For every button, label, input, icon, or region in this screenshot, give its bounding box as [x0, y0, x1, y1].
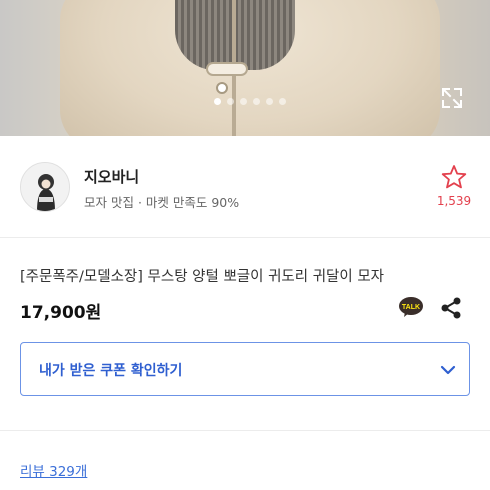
coupon-label: 내가 받은 쿠폰 확인하기: [39, 363, 183, 379]
chevron-down-icon: [440, 365, 456, 375]
reviews-link[interactable]: 리뷰 329개: [20, 460, 87, 480]
carousel-dot[interactable]: [227, 98, 234, 105]
like-button[interactable]: 1,539: [434, 164, 474, 216]
carousel-dot[interactable]: [279, 98, 286, 105]
star-outline-icon: [441, 165, 467, 189]
svg-text:TALK: TALK: [402, 304, 420, 311]
product-title: [주문폭주/모델소장] 무스탕 양털 뽀글이 귀도리 귀달이 모자: [20, 269, 385, 285]
expand-icon[interactable]: [441, 87, 463, 109]
photo-toggle: [206, 62, 248, 76]
seller-name[interactable]: 지오바니: [84, 166, 139, 187]
avatar-illustration: [21, 163, 69, 211]
carousel-dot[interactable]: [214, 98, 221, 105]
seller-avatar[interactable]: [20, 162, 70, 212]
product-image-carousel[interactable]: [0, 0, 490, 136]
carousel-indicator: [214, 98, 286, 105]
photo-knob: [216, 82, 228, 94]
carousel-dot[interactable]: [266, 98, 273, 105]
carousel-dot[interactable]: [253, 98, 260, 105]
like-count: 1,539: [436, 194, 472, 208]
section-divider: [0, 430, 490, 431]
kakaotalk-icon[interactable]: TALK: [398, 296, 424, 318]
share-icon[interactable]: [440, 296, 462, 320]
coupon-check-button[interactable]: 내가 받은 쿠폰 확인하기: [20, 342, 470, 396]
seller-subtitle: 모자 맛집 · 마켓 만족도 90%: [84, 195, 240, 210]
product-price: 17,900원: [20, 303, 102, 323]
carousel-dot[interactable]: [240, 98, 247, 105]
seller-row[interactable]: 지오바니 모자 맛집 · 마켓 만족도 90% 1,539: [0, 136, 490, 238]
